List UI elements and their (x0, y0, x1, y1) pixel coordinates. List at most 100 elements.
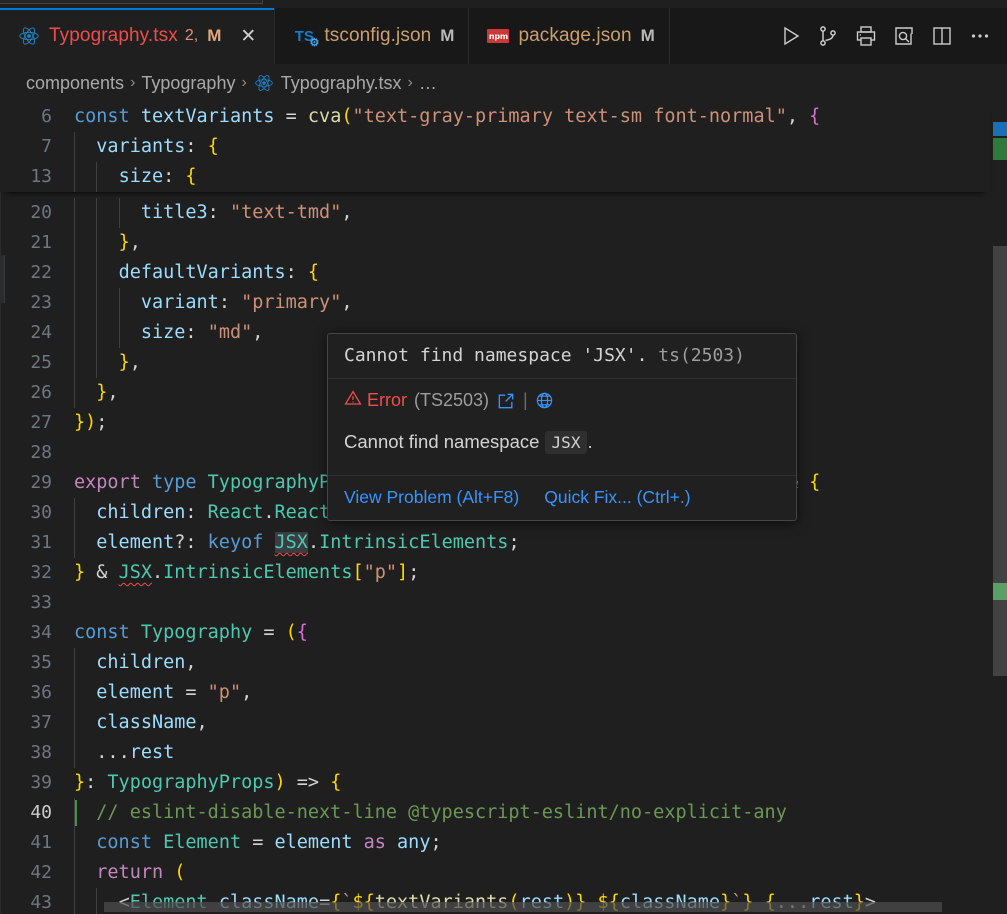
line-number: 23 (30, 292, 52, 313)
line-number: 35 (30, 652, 52, 673)
line-number: 26 (30, 382, 52, 403)
editor-horizontal-scrollbar[interactable] (104, 902, 990, 912)
line-content: className, (96, 712, 208, 733)
tab-typography-tsx[interactable]: Typography.tsx 2, M ✕ (0, 8, 276, 64)
breadcrumb-separator: › (130, 74, 136, 91)
line-number: 40 (30, 802, 52, 823)
external-link-icon[interactable] (496, 391, 516, 411)
editor-code-lines: 20 title3: "text-tmd", 21 }, 22 defaultVar… (0, 198, 990, 914)
line-number: 22 (30, 262, 52, 283)
view-problem-action[interactable]: View Problem (Alt+F8) (344, 487, 519, 508)
editor-actions-toolbar (773, 8, 1007, 64)
tab-label: Typography.tsx (49, 25, 178, 46)
line-number: 31 (30, 532, 52, 553)
line-number: 24 (30, 322, 52, 343)
code-line[interactable]: 42 return ( (0, 858, 990, 888)
editor-left-decoration (0, 255, 5, 303)
horizontal-scrollbar-slider[interactable] (104, 902, 942, 912)
line-content: children, (96, 652, 197, 673)
line-number: 27 (30, 412, 52, 433)
tab-package-json[interactable]: npm package.json M (469, 8, 670, 64)
line-content: const textVariants = cva("text-gray-prim… (74, 106, 821, 127)
tab-modified-indicator: M (640, 26, 655, 45)
code-line[interactable]: 37 className, (0, 708, 990, 738)
line-number: 6 (41, 106, 52, 127)
code-line[interactable]: 34 const Typography = ({ (0, 618, 990, 648)
line-number: 43 (30, 892, 52, 913)
close-icon[interactable]: ✕ (236, 24, 260, 48)
tab-tsconfig-json[interactable]: TS ⚙ tsconfig.json M (275, 8, 470, 64)
sticky-scroll-header[interactable]: 6 const textVariants = cva("text-gray-pri… (0, 102, 990, 192)
breadcrumb-typography-folder[interactable]: Typography (141, 73, 235, 94)
breadcrumb-typography-file[interactable]: Typography.tsx (281, 73, 402, 94)
error-severity: Error (344, 389, 407, 412)
line-content: } & JSX.IntrinsicElements["p"]; (74, 562, 420, 583)
line-content: return ( (96, 862, 186, 883)
line-content: const Typography = ({ (74, 622, 308, 643)
globe-icon[interactable] (535, 391, 554, 410)
editor-vertical-scrollbar[interactable] (993, 102, 1007, 914)
code-line[interactable]: 41 const Element = element as any; (0, 828, 990, 858)
breadcrumb-components[interactable]: components (26, 73, 124, 94)
code-line[interactable]: 22 defaultVariants: { (0, 258, 990, 288)
sticky-scroll-line[interactable]: 7 variants: { (0, 132, 990, 162)
tab-label: tsconfig.json (324, 25, 432, 46)
npm-icon-text: npm (487, 29, 510, 43)
code-line[interactable]: 20 title3: "text-tmd", (0, 198, 990, 228)
print-button[interactable] (849, 19, 883, 53)
line-number: 29 (30, 472, 52, 493)
code-line[interactable]: 31 element?: keyof JSX.IntrinsicElements… (0, 528, 990, 558)
line-content: ...rest (96, 742, 175, 763)
line-number: 37 (30, 712, 52, 733)
hover-tooltip[interactable]: Cannot find namespace 'JSX'. ts(2503) Er… (327, 333, 797, 521)
code-line[interactable]: 35 children, (0, 648, 990, 678)
preview-button[interactable] (887, 19, 921, 53)
hover-message-suffix: . (587, 431, 593, 452)
line-content: }: TypographyProps) => { (74, 772, 342, 793)
breadcrumb-overflow[interactable]: … (419, 73, 437, 94)
hover-message-prefix: Cannot find namespace (344, 431, 540, 452)
line-number: 33 (30, 592, 52, 613)
line-content: size: { (118, 166, 197, 187)
code-line[interactable]: 38 ...rest (0, 738, 990, 768)
sticky-scroll-line[interactable]: 13 size: { (0, 162, 990, 192)
error-severity-label: Error (367, 390, 407, 410)
tab-error-count: 2, (184, 27, 199, 44)
code-line[interactable]: 36 element = "p", (0, 678, 990, 708)
line-number: 20 (30, 202, 52, 223)
line-number: 34 (30, 622, 52, 643)
react-icon (253, 72, 275, 94)
gear-icon: ⚙ (309, 37, 320, 49)
quick-fix-action[interactable]: Quick Fix... (Ctrl+.) (544, 487, 690, 508)
react-icon (18, 25, 40, 47)
tab-modified-indicator: M (207, 26, 222, 45)
line-content: title3: "text-tmd", (140, 202, 353, 223)
npm-icon: npm (487, 25, 510, 47)
breadcrumb: components › Typography › Typography.tsx… (0, 64, 1007, 102)
line-number: 25 (30, 352, 52, 373)
sticky-scroll-line[interactable]: 6 const textVariants = cva("text-gray-pri… (0, 102, 990, 132)
typescript-config-icon: TS ⚙ (293, 25, 320, 50)
vertical-scrollbar-slider[interactable] (993, 246, 1007, 676)
code-line[interactable]: 39}: TypographyProps) => { (0, 768, 990, 798)
breadcrumb-separator: › (407, 74, 413, 91)
split-editor-button[interactable] (925, 19, 959, 53)
code-line[interactable]: 23 variant: "primary", (0, 288, 990, 318)
hover-divider: | (523, 390, 528, 410)
line-content: }); (74, 412, 108, 433)
source-control-button[interactable] (811, 19, 845, 53)
line-content: }, (118, 232, 141, 253)
run-button[interactable] (773, 19, 807, 53)
overview-ruler-modified-mark-2 (993, 583, 1007, 600)
more-actions-button[interactable] (963, 19, 997, 53)
breadcrumb-separator: › (241, 74, 247, 91)
warning-triangle-icon (344, 389, 362, 412)
code-line[interactable]: 40 // eslint-disable-next-line @typescri… (0, 798, 990, 828)
line-number: 30 (30, 502, 52, 523)
line-content: element?: keyof JSX.IntrinsicElements; (96, 532, 520, 553)
code-line[interactable]: 33 (0, 588, 990, 618)
line-content: defaultVariants: { (118, 262, 320, 283)
code-line[interactable]: 21 }, (0, 228, 990, 258)
code-line[interactable]: 32} & JSX.IntrinsicElements["p"]; (0, 558, 990, 588)
overview-ruler-modified-mark (993, 138, 1007, 160)
